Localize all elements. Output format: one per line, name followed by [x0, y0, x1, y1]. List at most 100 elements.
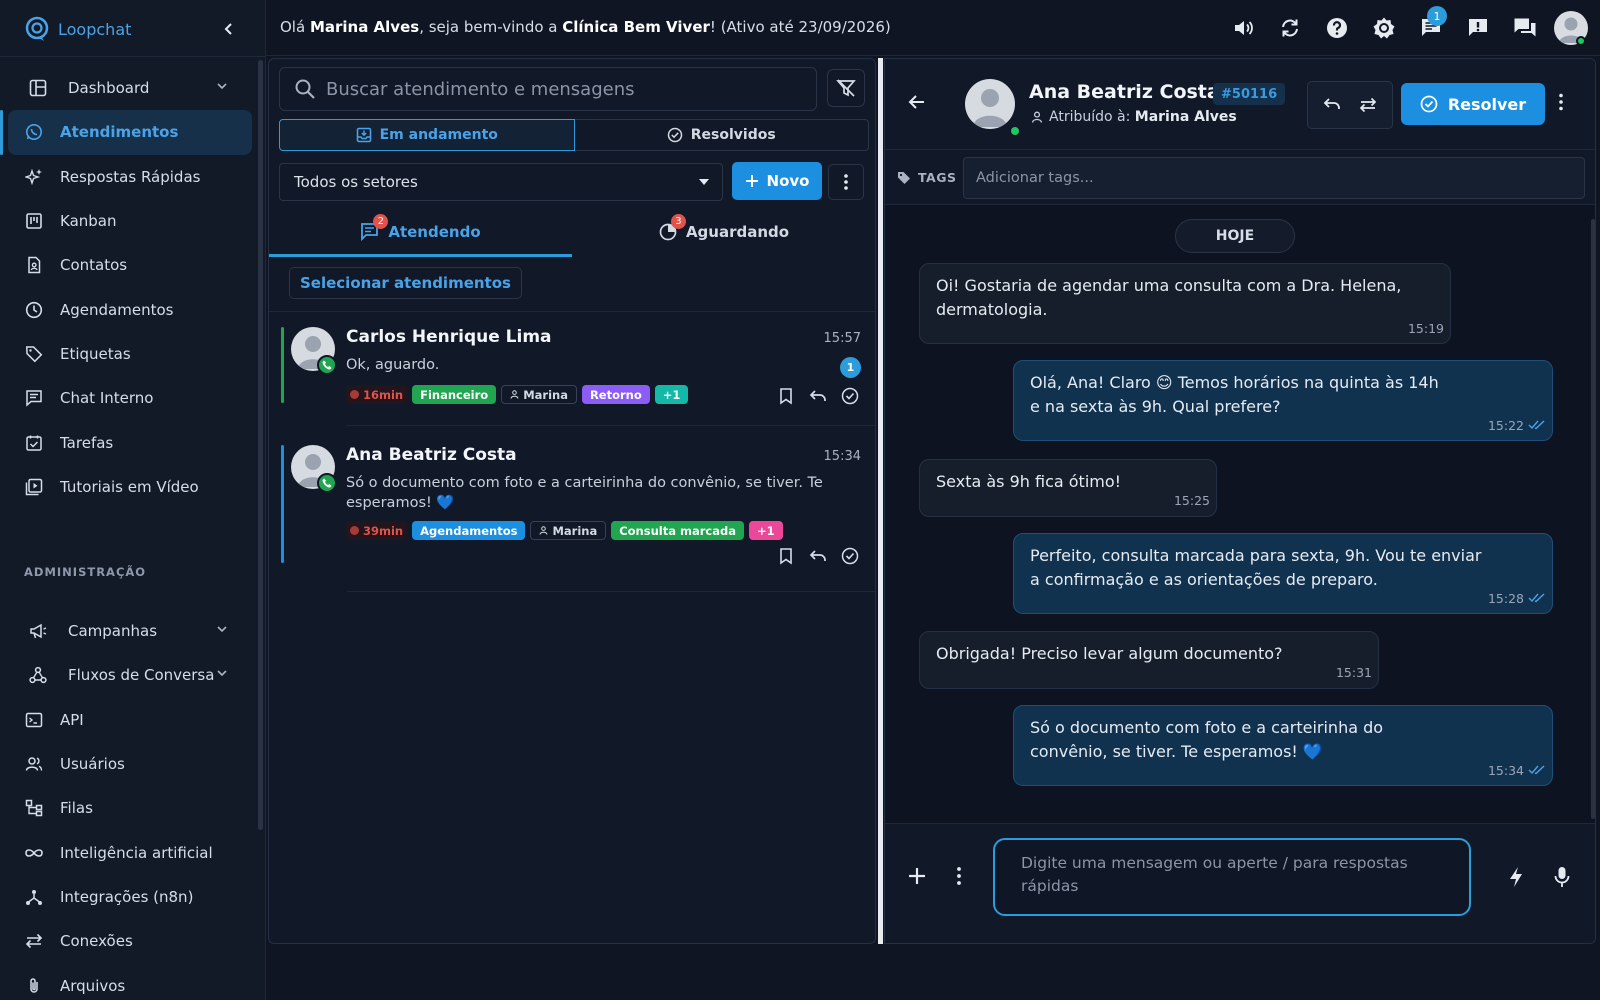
clear-filter-button[interactable]	[827, 69, 865, 107]
filter-off-icon	[836, 79, 856, 97]
microphone-icon[interactable]	[1553, 866, 1571, 888]
caret-down-icon	[699, 179, 709, 185]
ticket-item[interactable]: Ana Beatriz Costa 15:34 Só o documento c…	[281, 445, 865, 575]
message-time: 15:34	[1488, 759, 1546, 783]
sidebar-item-ia[interactable]: Inteligência artificial	[0, 830, 266, 874]
tags-input[interactable]: Adicionar tags...	[963, 157, 1585, 199]
new-ticket-button[interactable]: Novo	[732, 162, 822, 200]
sidebar-item-tarefas[interactable]: Tarefas	[0, 420, 266, 464]
panel-resize-handle[interactable]	[878, 58, 883, 944]
sidebar-item-agendamentos[interactable]: Agendamentos	[0, 287, 266, 331]
tickets-panel: Buscar atendimento e mensagens Em andame…	[268, 58, 876, 944]
bookmark-icon[interactable]	[777, 387, 795, 405]
sidebar-item-contatos[interactable]: Contatos	[0, 243, 266, 287]
message-bubble-incoming[interactable]: Sexta às 9h fica ótimo! 15:25	[919, 459, 1217, 517]
sidebar-item-atendimentos[interactable]: Atendimentos	[0, 110, 252, 155]
sidebar-item-arquivos[interactable]: Arquivos	[0, 963, 266, 1000]
tab-atendendo[interactable]: 2 Atendendo	[269, 209, 572, 257]
chat-icon	[24, 388, 44, 408]
tab-label: Resolvidos	[690, 127, 776, 143]
check-circle-icon	[667, 127, 683, 143]
tag-retorno: Retorno	[581, 385, 650, 404]
search-icon	[295, 79, 315, 99]
bookmark-icon[interactable]	[777, 547, 795, 565]
brand[interactable]: Loopchat	[24, 14, 131, 44]
list-more-button[interactable]	[828, 164, 864, 200]
message-time: 15:22	[1488, 414, 1546, 438]
sidebar-scrollbar[interactable]	[258, 60, 263, 830]
tab-resolvidos[interactable]: Resolvidos	[574, 119, 869, 151]
return-icon[interactable]	[1322, 95, 1342, 115]
welcome-message: Olá Marina Alves, seja bem-vindo a Clíni…	[280, 18, 891, 36]
sidebar-item-integracoes[interactable]: Integrações (n8n)	[0, 875, 266, 919]
sidebar-item-label: Tutoriais em Vídeo	[60, 477, 199, 496]
tag-icon	[898, 171, 910, 184]
quick-reply-bolt-icon[interactable]	[1507, 866, 1525, 888]
resolve-check-icon[interactable]	[841, 547, 859, 565]
sidebar-item-chat-interno[interactable]: Chat Interno	[0, 376, 266, 420]
more-vertical-icon[interactable]	[1559, 93, 1563, 111]
sidebar-item-conexoes[interactable]: Conexões	[0, 919, 266, 963]
ticket-tags: 16min Financeiro Marina Retorno +1	[346, 385, 689, 404]
conversations-button[interactable]	[1501, 10, 1548, 46]
transfer-icon[interactable]	[1358, 95, 1378, 115]
unread-badge: 1	[840, 357, 861, 378]
tag-consulta-marcada: Consulta marcada	[611, 521, 744, 540]
message-time: 15:25	[1173, 493, 1210, 508]
message-bubble-outgoing[interactable]: Perfeito, consulta marcada para sexta, 9…	[1013, 533, 1553, 614]
resolve-button[interactable]: Resolver	[1401, 83, 1545, 125]
message-input[interactable]: Digite uma mensagem ou aperte / para res…	[993, 838, 1471, 916]
tab-em-andamento[interactable]: Em andamento	[279, 119, 575, 151]
back-arrow-icon[interactable]	[907, 92, 927, 112]
message-bubble-incoming[interactable]: Obrigada! Preciso levar algum documento?…	[919, 631, 1379, 689]
tab-aguardando[interactable]: 3 Aguardando	[572, 209, 875, 255]
resolve-label: Resolver	[1447, 94, 1527, 114]
sidebar-item-kanban[interactable]: Kanban	[0, 199, 266, 243]
sidebar-item-etiquetas[interactable]: Etiquetas	[0, 332, 266, 376]
alerts-button[interactable]	[1454, 10, 1501, 46]
search-input[interactable]: Buscar atendimento e mensagens	[326, 79, 635, 100]
more-tags-badge[interactable]: +1	[748, 521, 783, 540]
search-box[interactable]: Buscar atendimento e mensagens	[279, 67, 817, 111]
message-bubble-incoming[interactable]: Oi! Gostaria de agendar uma consulta com…	[919, 263, 1451, 344]
more-vertical-icon[interactable]	[957, 866, 961, 886]
chat-scrollbar[interactable]	[1591, 219, 1595, 819]
message-bubble-outgoing[interactable]: Olá, Ana! Claro 😊 Temos horários na quin…	[1013, 360, 1553, 441]
volume-button[interactable]	[1219, 10, 1266, 46]
ticket-time: 15:34	[823, 449, 861, 464]
sidebar-item-label: Inteligência artificial	[60, 843, 213, 862]
sidebar-item-label: Dashboard	[68, 79, 150, 98]
notifications-button[interactable]: 1	[1407, 6, 1454, 46]
sidebar-item-respostas-rapidas[interactable]: Respostas Rápidas	[0, 155, 266, 199]
sidebar-item-tutoriais[interactable]: Tutoriais em Vídeo	[0, 465, 266, 509]
chevron-left-icon	[224, 23, 232, 35]
ticket-item[interactable]: Carlos Henrique Lima 15:57 Ok, aguardo. …	[281, 327, 865, 423]
sidebar-item-api[interactable]: API	[0, 698, 266, 742]
resolve-check-icon[interactable]	[841, 387, 859, 405]
sidebar-item-label: Agendamentos	[60, 300, 174, 319]
more-tags-badge[interactable]: +1	[654, 385, 689, 404]
collapse-sidebar-button[interactable]	[216, 16, 242, 42]
attach-plus-icon[interactable]	[907, 866, 927, 886]
contact-name: Ana Beatriz Costa	[1029, 81, 1220, 103]
refresh-button[interactable]	[1266, 10, 1313, 46]
sidebar-item-campanhas[interactable]: Campanhas	[0, 609, 266, 653]
sidebar-item-dashboard[interactable]: Dashboard	[0, 66, 266, 110]
contact-online-dot	[1009, 125, 1021, 137]
theme-button[interactable]	[1360, 10, 1407, 46]
message-text: Oi! Gostaria de agendar uma consulta com…	[936, 276, 1402, 319]
contact-avatar[interactable]	[965, 79, 1015, 129]
help-button[interactable]	[1313, 10, 1360, 46]
sidebar-item-filas[interactable]: Filas	[0, 786, 266, 830]
undo-icon[interactable]	[809, 547, 827, 565]
double-check-icon	[1528, 593, 1545, 603]
sidebar-item-label: Conexões	[60, 932, 133, 951]
undo-icon[interactable]	[809, 387, 827, 405]
sidebar-item-fluxos[interactable]: Fluxos de Conversa	[0, 653, 266, 697]
select-tickets-button[interactable]: Selecionar atendimentos	[289, 267, 522, 299]
sidebar-item-usuarios[interactable]: Usuários	[0, 742, 266, 786]
sector-select[interactable]: Todos os setores	[279, 163, 723, 201]
sidebar-item-label: Arquivos	[60, 976, 126, 995]
flow-icon	[28, 665, 48, 685]
message-bubble-outgoing[interactable]: Só o documento com foto e a carteirinha …	[1013, 705, 1553, 786]
